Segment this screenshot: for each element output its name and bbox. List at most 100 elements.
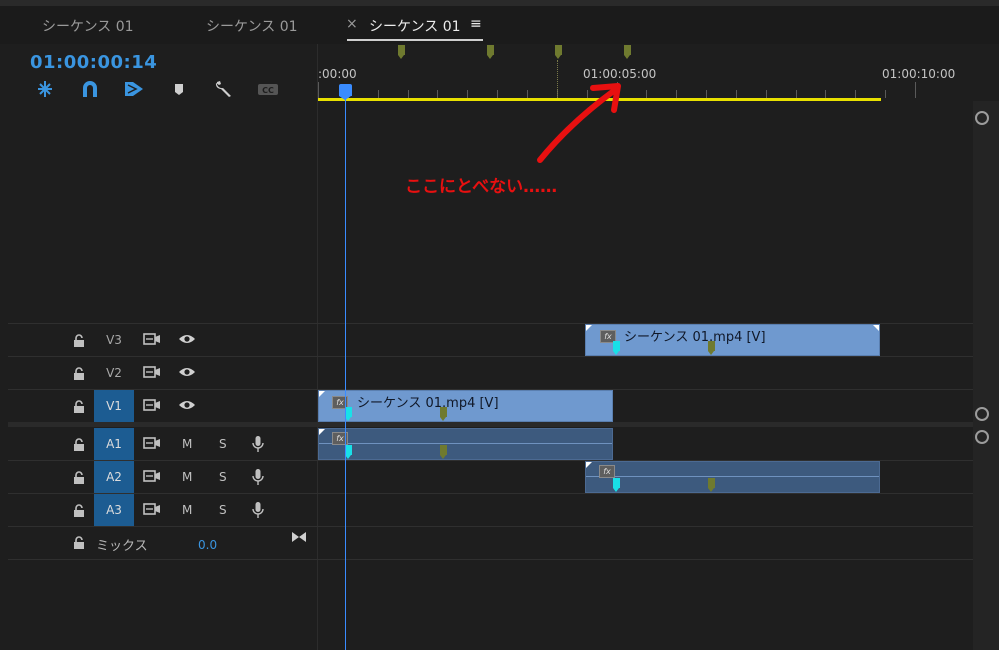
volume-line[interactable] <box>586 476 879 477</box>
mix-track-header: ミックス 0.0 <box>0 527 317 559</box>
ruler-label-start: :00:00 <box>318 67 357 81</box>
add-marker-icon[interactable] <box>172 80 192 98</box>
sequence-marker[interactable] <box>487 45 494 59</box>
sync-lock-icon[interactable] <box>143 502 161 519</box>
ruler-tick <box>407 90 409 98</box>
annotation-text: ここにとべない…… <box>405 177 558 197</box>
ruler-tick <box>855 90 857 98</box>
eye-icon[interactable] <box>178 366 196 381</box>
captions-icon[interactable]: CC <box>257 80 278 98</box>
ruler-tick <box>497 90 499 98</box>
lock-icon[interactable] <box>73 470 85 484</box>
ruler-tick <box>467 90 469 98</box>
mix-volume-value[interactable]: 0.0 <box>198 538 217 552</box>
ruler-tick <box>377 90 379 98</box>
ruler-tick <box>437 90 439 98</box>
sync-lock-icon[interactable] <box>143 469 161 486</box>
sync-lock-icon[interactable] <box>143 332 161 349</box>
audio-clip-a2[interactable]: fx <box>585 461 880 493</box>
mute-button[interactable]: M <box>182 470 192 484</box>
ruler-tick <box>526 90 528 98</box>
close-tab-icon[interactable]: × <box>346 16 358 32</box>
ruler-label-10s: 01:00:10:00 <box>882 67 956 81</box>
scroll-knob-bottom[interactable] <box>975 407 989 421</box>
track-name-a2[interactable]: A2 <box>94 461 134 493</box>
clip-marker[interactable] <box>708 478 715 492</box>
ruler-tick <box>735 90 737 98</box>
solo-button[interactable]: S <box>219 503 227 517</box>
sequence-marker[interactable] <box>624 45 631 59</box>
solo-button[interactable]: S <box>219 437 227 451</box>
sync-lock-icon[interactable] <box>143 436 161 453</box>
track-header-a1: A1 M S <box>0 428 317 460</box>
video-clip-v3[interactable]: fx シーケンス 01.mp4 [V] <box>585 324 880 356</box>
video-audio-divider[interactable] <box>8 422 973 427</box>
snap-in-sequence-icon[interactable] <box>35 80 55 98</box>
sync-lock-icon[interactable] <box>143 398 161 415</box>
solo-button[interactable]: S <box>219 470 227 484</box>
marker-select-icon[interactable] <box>124 80 144 98</box>
sequence-marker[interactable] <box>555 45 562 59</box>
track-header-v1: V1 <box>0 390 317 422</box>
mute-button[interactable]: M <box>182 437 192 451</box>
mute-button[interactable]: M <box>182 503 192 517</box>
clip-keyframe-cyan[interactable] <box>345 445 352 459</box>
microphone-icon[interactable] <box>252 435 264 456</box>
lock-icon[interactable] <box>73 437 85 451</box>
fx-badge[interactable]: fx <box>599 465 615 478</box>
microphone-icon[interactable] <box>252 501 264 522</box>
clip-keyframe-cyan[interactable] <box>613 341 620 355</box>
ruler-tick <box>915 82 916 98</box>
track-header-a3: A3 M S <box>0 494 317 526</box>
scroll-knob-audio[interactable] <box>975 430 989 444</box>
tab-sequence-1[interactable]: シーケンス 01 <box>42 16 134 36</box>
tab-bar: シーケンス 01 シーケンス 01 × シーケンス 01 ≡ <box>0 0 999 44</box>
svg-text:CC: CC <box>262 86 274 95</box>
ruler-tick <box>885 90 887 98</box>
mix-label: ミックス <box>96 539 148 554</box>
sequence-marker[interactable] <box>398 45 405 59</box>
track-name-a1[interactable]: A1 <box>94 428 134 460</box>
track-name-v1[interactable]: V1 <box>94 390 134 422</box>
annotation-arrow-icon <box>537 83 621 163</box>
track-header-v3: V3 <box>0 324 317 356</box>
eye-icon[interactable] <box>178 399 196 414</box>
track-name-v3[interactable]: V3 <box>94 324 134 356</box>
bowtie-icon[interactable] <box>291 531 307 546</box>
playhead-timecode[interactable]: 01:00:00:14 <box>30 52 157 73</box>
lock-icon[interactable] <box>73 366 85 380</box>
ruler-tick <box>646 90 648 98</box>
clip-corner <box>319 391 325 397</box>
clip-corner <box>586 462 592 468</box>
clip-keyframe-cyan[interactable] <box>345 407 352 421</box>
panel-menu-icon[interactable]: ≡ <box>470 16 482 32</box>
lock-icon[interactable] <box>73 535 85 549</box>
clip-keyframe-cyan[interactable] <box>613 478 620 492</box>
tab-sequence-2[interactable]: シーケンス 01 <box>206 16 298 36</box>
video-clip-v1[interactable]: fx シーケンス 01.mp4 [V] <box>318 390 613 422</box>
lock-icon[interactable] <box>73 333 85 347</box>
track-divider <box>8 559 973 560</box>
track-name-a3[interactable]: A3 <box>94 494 134 526</box>
linked-selection-icon[interactable] <box>80 80 100 98</box>
audio-clip-a1[interactable]: fx <box>318 428 613 460</box>
playhead-handle[interactable] <box>339 84 352 100</box>
eye-icon[interactable] <box>178 333 196 348</box>
clip-marker[interactable] <box>440 407 447 421</box>
vertical-scrollbar[interactable] <box>973 101 999 650</box>
scroll-knob-top[interactable] <box>975 111 989 125</box>
settings-wrench-icon[interactable] <box>214 80 234 98</box>
clip-marker[interactable] <box>440 445 447 459</box>
sync-lock-icon[interactable] <box>143 365 161 382</box>
track-name-v2[interactable]: V2 <box>94 357 134 389</box>
ruler-tick <box>795 90 797 98</box>
lock-icon[interactable] <box>73 503 85 517</box>
clip-marker[interactable] <box>708 341 715 355</box>
lock-icon[interactable] <box>73 399 85 413</box>
microphone-icon[interactable] <box>252 468 264 489</box>
ruler-tick <box>318 82 319 98</box>
playhead-line[interactable] <box>345 95 346 650</box>
clip-corner <box>873 325 879 331</box>
volume-line[interactable] <box>319 443 612 444</box>
tab-sequence-active[interactable]: シーケンス 01 <box>369 16 461 36</box>
